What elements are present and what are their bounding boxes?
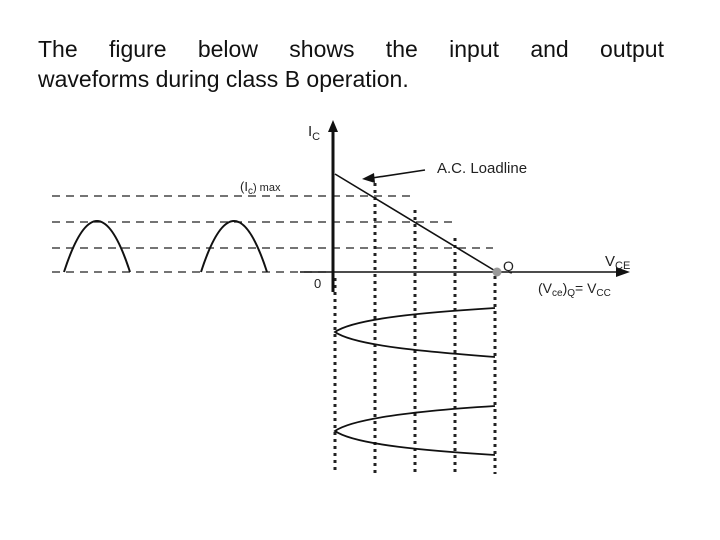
ac-loadline-label: A.C. Loadline xyxy=(437,160,527,177)
ic-axis-label: IC xyxy=(308,123,320,143)
q-point-label: Q xyxy=(503,258,514,274)
class-b-waveform-diagram: IC (Ic) max A.C. Loadline Q VCE 0 (Vce)Q… xyxy=(52,120,630,474)
loadline-pointer xyxy=(371,169,426,179)
output-swing-2 xyxy=(333,405,496,456)
input-pulse-1 xyxy=(63,220,131,273)
input-pulse-2 xyxy=(200,220,268,273)
q-point xyxy=(492,267,502,277)
origin-label: 0 xyxy=(314,276,321,291)
vce-q-label: (Vce)Q= VCC xyxy=(538,280,611,299)
ac-loadline xyxy=(334,173,498,273)
ic-max-label: (Ic) max xyxy=(240,179,281,197)
ic-axis-arrow-icon xyxy=(328,120,338,132)
vce-axis-label: VCE xyxy=(605,253,630,272)
loadline-pointer-arrow-icon xyxy=(362,173,375,183)
